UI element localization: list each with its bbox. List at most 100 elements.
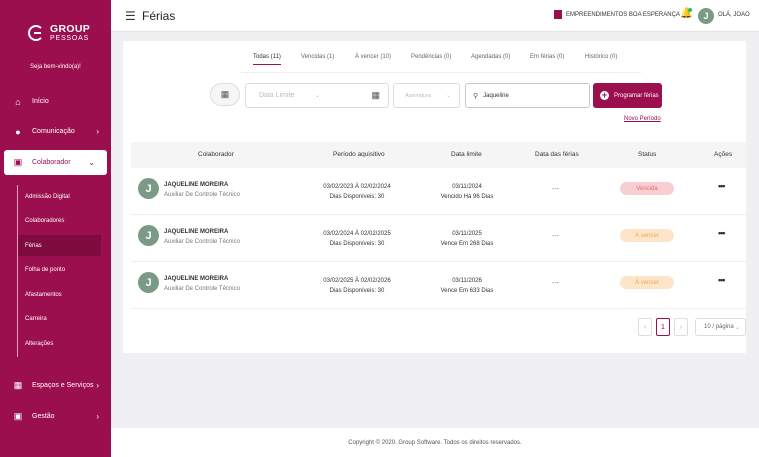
sidebar-item-comunicacao[interactable]: ● Comunicação › <box>0 119 111 144</box>
company-selector[interactable]: EMPREENDIMENTOS BOA ESPERANÇA <box>554 10 680 19</box>
status-badge: À vencer <box>620 229 674 242</box>
page-title: Férias <box>142 9 176 23</box>
signature-select[interactable]: Assinatura ⌄ <box>393 83 460 108</box>
home-icon: ⌂ <box>15 96 21 107</box>
limit-date: 03/11/2026 <box>452 278 482 284</box>
acquisition-period: 03/02/2024 À 02/02/2025 <box>323 231 391 237</box>
submenu-item-carreira[interactable]: Carreira <box>18 308 101 329</box>
available-days: Dias Disponíveis: 30 <box>329 288 385 294</box>
table-row[interactable]: J JAQUELINE MOREIRA Auxiliar De Controle… <box>131 215 746 262</box>
program-vacation-label: Programar férias <box>614 92 659 99</box>
column-header-data-limite[interactable]: Data limite <box>451 151 482 158</box>
available-days: Dias Disponíveis: 30 <box>329 194 385 200</box>
avatar: J <box>138 178 159 199</box>
tab-a-vencer[interactable]: À vencer (10) <box>355 54 391 60</box>
submenu-item-afastamentos[interactable]: Afastamentos <box>18 284 101 305</box>
more-horizontal-icon[interactable]: ••• <box>718 228 726 238</box>
sidebar-item-inicio[interactable]: ⌂ Início <box>0 89 111 114</box>
calendar-toggle-button[interactable]: ▦ <box>210 83 240 106</box>
pagination-prev-button[interactable]: ‹ <box>638 318 652 336</box>
program-vacation-button[interactable]: + Programar férias <box>593 83 662 108</box>
tab-todas[interactable]: Todas (11) <box>253 54 281 65</box>
tab-agendadas[interactable]: Agendadas (0) <box>471 54 510 60</box>
submenu-item-colaboradores[interactable]: Colaboradores <box>18 210 101 231</box>
submenu-item-folha-de-ponto[interactable]: Folha de ponto <box>18 259 101 280</box>
limit-date: 03/11/2024 <box>452 184 482 190</box>
sidebar-item-label: Gestão <box>32 413 55 420</box>
date-limit-placeholder: Data Limite <box>259 92 295 99</box>
logo-subtitle: PESSOAS <box>50 34 90 42</box>
column-header-data-ferias[interactable]: Data das férias <box>535 151 579 158</box>
logo[interactable]: GROUP PESSOAS <box>28 24 90 42</box>
table-row[interactable]: J JAQUELINE MOREIRA Auxiliar De Controle… <box>131 168 746 215</box>
sidebar-item-label: Comunicação <box>32 128 75 135</box>
avatar: J <box>138 272 159 293</box>
sidebar-item-label: Colaborador <box>32 159 71 166</box>
column-header-colaborador[interactable]: Colaborador <box>198 151 234 158</box>
calendar-icon: ▦ <box>220 89 230 99</box>
building-icon <box>554 10 562 19</box>
logo-title: GROUP <box>50 23 91 35</box>
tab-pendencias[interactable]: Pendências (0) <box>411 54 451 60</box>
id-card-icon: ▣ <box>13 157 23 167</box>
pagination-page-1[interactable]: 1 <box>656 318 670 336</box>
vacation-card: Todas (11) Vencidas (1) À vencer (10) Pe… <box>123 41 746 353</box>
menu-icon[interactable]: ☰ <box>125 9 136 23</box>
tab-historico[interactable]: Histórico (0) <box>585 54 617 60</box>
sidebar-item-label: Início <box>32 98 49 105</box>
tabs-divider <box>241 72 641 73</box>
employee-name: JAQUELINE MOREIRA <box>164 229 229 235</box>
sidebar: GROUP PESSOAS Seja bem-vindo(a)! ⌂ Iníci… <box>0 0 111 457</box>
chevron-right-icon: › <box>96 381 99 390</box>
acquisition-period: 03/02/2025 À 02/02/2026 <box>323 278 391 284</box>
copyright-text: Copyright © 2020. Group Software. Todos … <box>348 439 522 446</box>
plus-icon: + <box>600 90 609 100</box>
chevron-down-icon: ⌄ <box>315 93 321 99</box>
tab-vencidas[interactable]: Vencidas (1) <box>301 54 334 60</box>
sidebar-item-espacos-servicos[interactable]: ▦ Espaços e Serviços › <box>0 373 111 398</box>
page-size-value: 10 / página <box>704 324 734 330</box>
submenu-item-ferias[interactable]: Férias <box>18 235 101 256</box>
employee-role: Auxiliar De Controle Técnico <box>164 192 240 198</box>
avatar[interactable]: J <box>698 8 714 24</box>
chat-icon: ● <box>15 126 21 137</box>
vacation-date: --- <box>552 186 559 193</box>
date-limit-input[interactable]: Data Limite ⌄ ▦ <box>245 83 389 108</box>
more-horizontal-icon[interactable]: ••• <box>718 275 726 285</box>
page-size-select[interactable]: 10 / página ⌄ <box>695 318 746 336</box>
search-value: Jaqueline <box>483 92 509 99</box>
submenu-item-alteracoes[interactable]: Alterações <box>18 333 101 354</box>
welcome-text: Seja bem-vindo(a)! <box>30 64 81 70</box>
vacation-date: --- <box>552 280 559 287</box>
column-header-status[interactable]: Status <box>638 151 656 158</box>
pagination-next-button[interactable]: › <box>674 318 688 336</box>
calendar-icon: ▦ <box>371 90 380 100</box>
column-header-periodo[interactable]: Período aquisitivo <box>333 151 385 158</box>
user-greeting[interactable]: OLÁ, JOAO <box>718 12 750 18</box>
chevron-down-icon: ⌄ <box>88 158 95 167</box>
building-icon: ▦ <box>13 380 23 390</box>
more-horizontal-icon[interactable]: ••• <box>718 181 726 191</box>
employee-name: JAQUELINE MOREIRA <box>164 182 229 188</box>
notification-dot <box>688 8 692 12</box>
status-badge: À vencer <box>620 276 674 289</box>
sidebar-item-gestao[interactable]: ▣ Gestão › <box>0 404 111 429</box>
chevron-right-icon: › <box>96 412 99 421</box>
new-period-link[interactable]: Novo Período <box>624 116 661 122</box>
limit-status: Vence Em 633 Dias <box>440 288 494 294</box>
employee-role: Auxiliar De Controle Técnico <box>164 286 240 292</box>
employee-name: JAQUELINE MOREIRA <box>164 276 229 282</box>
sidebar-item-colaborador[interactable]: ▣ Colaborador ⌄ <box>4 150 107 175</box>
search-icon: ⚲ <box>473 92 479 100</box>
search-input[interactable]: ⚲ Jaqueline <box>465 83 590 108</box>
vacation-date: --- <box>552 233 559 240</box>
footer: Copyright © 2020. Group Software. Todos … <box>111 428 759 457</box>
tab-em-ferias[interactable]: Em férias (0) <box>530 54 564 60</box>
available-days: Dias Disponíveis: 30 <box>329 241 385 247</box>
topbar: ☰ Férias EMPREENDIMENTOS BOA ESPERANÇA 🔔… <box>111 0 759 32</box>
employee-role: Auxiliar De Controle Técnico <box>164 239 240 245</box>
submenu-item-admissao-digital[interactable]: Admissão Digital <box>18 186 101 207</box>
tabs: Todas (11) Vencidas (1) À vencer (10) Pe… <box>123 54 746 68</box>
company-name: EMPREENDIMENTOS BOA ESPERANÇA <box>566 11 680 18</box>
table-row[interactable]: J JAQUELINE MOREIRA Auxiliar De Controle… <box>131 262 746 309</box>
